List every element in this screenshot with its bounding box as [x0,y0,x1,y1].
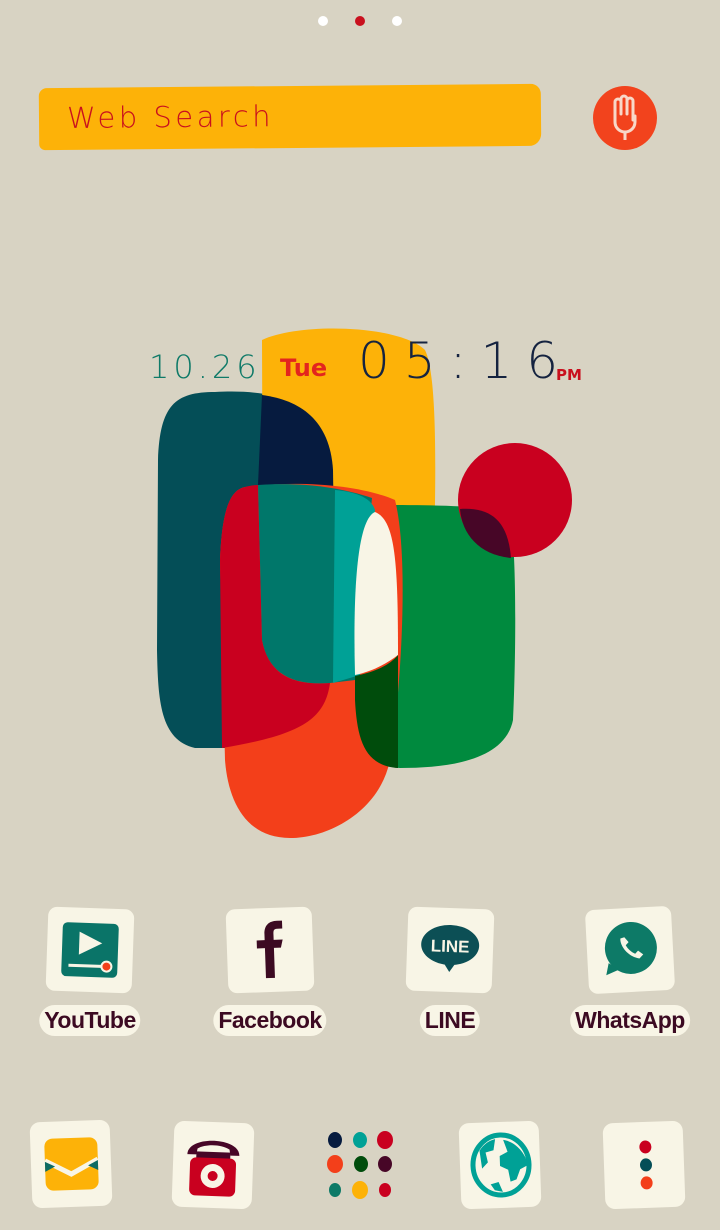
svg-text:LINE: LINE [430,936,469,956]
facebook-f-icon [256,920,283,979]
dock-menu[interactable] [602,1120,686,1210]
app-tile [225,906,315,994]
app-label: YouTube [39,1005,141,1036]
video-play-icon [61,922,119,978]
app-tile: LINE [405,906,495,994]
app-youtube[interactable]: YouTube [25,906,155,1048]
clock-widget[interactable]: 10.26 Tue 05:16 PM [0,330,720,390]
clock-time: 05:16 [358,332,573,390]
app-facebook[interactable]: Facebook [205,906,335,1048]
whatsapp-phone-icon [604,921,657,976]
rotary-phone-icon [187,1140,240,1197]
clock-ampm: PM [556,366,582,384]
app-drawer-button[interactable] [318,1124,402,1204]
app-line[interactable]: LINE LINE [385,906,515,1048]
line-bubble-icon: LINE [421,924,480,972]
globe-icon [470,1132,532,1198]
more-vertical-dots-icon [639,1140,653,1190]
app-label: LINE [419,1005,481,1036]
app-tile [45,906,135,994]
app-whatsapp[interactable]: WhatsApp [565,905,695,1048]
dock-browser[interactable] [458,1120,542,1210]
app-grid-dots-icon [327,1131,393,1199]
dock-messages[interactable] [29,1119,113,1209]
app-label: WhatsApp [570,1005,690,1036]
app-label: Facebook [213,1005,327,1036]
clock-day: Tue [280,354,328,382]
dock-phone[interactable] [171,1120,255,1210]
app-tile [584,905,676,995]
clock-date: 10.26 [149,348,261,386]
envelope-icon [43,1137,100,1191]
